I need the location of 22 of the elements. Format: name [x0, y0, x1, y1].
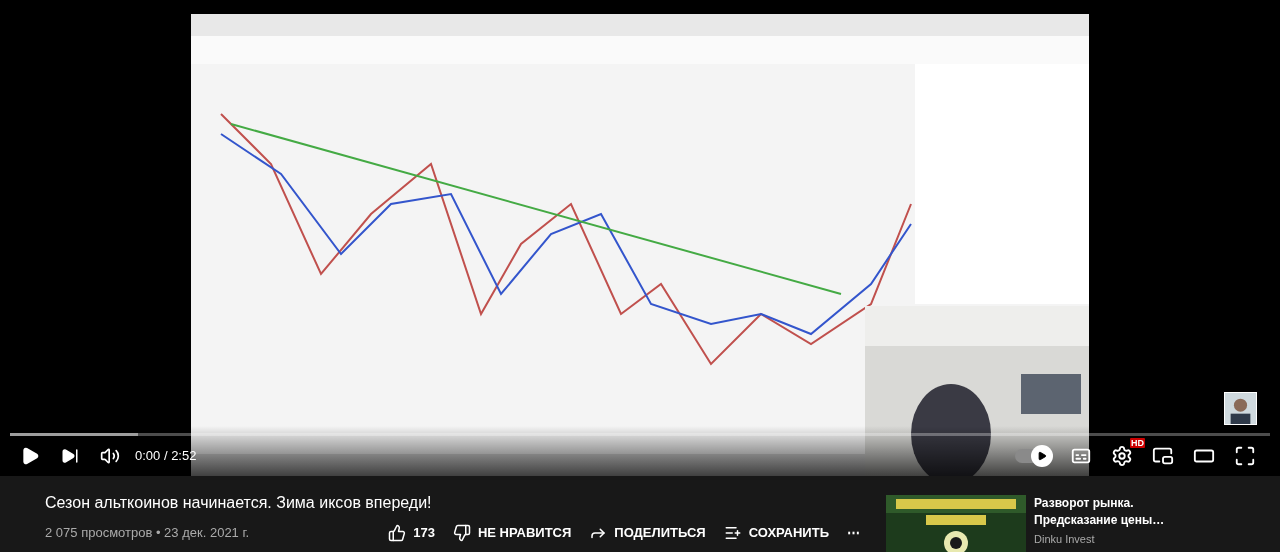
- recommended-title[interactable]: Разворот рынка.: [1034, 495, 1165, 512]
- video-meta: 2 075 просмотров • 23 дек. 2021 г.: [45, 524, 250, 542]
- miniplayer-icon[interactable]: [1152, 445, 1174, 467]
- fullscreen-icon[interactable]: [1234, 445, 1256, 467]
- hd-badge: HD: [1130, 438, 1145, 448]
- thumbs-down-icon: [452, 523, 471, 542]
- dislike-button[interactable]: НЕ НРАВИТСЯ: [452, 523, 572, 543]
- share-button[interactable]: ПОДЕЛИТЬСЯ: [589, 523, 706, 543]
- like-button[interactable]: 173: [388, 523, 435, 543]
- volume-icon[interactable]: [100, 446, 120, 466]
- save-button[interactable]: СОХРАНИТЬ: [723, 523, 829, 543]
- thumbs-up-icon: [388, 523, 407, 542]
- play-icon[interactable]: [20, 446, 40, 466]
- progress-track[interactable]: [10, 433, 1270, 436]
- settings-icon[interactable]: [1111, 445, 1133, 467]
- time-display: 0:00 / 2:52: [135, 447, 197, 466]
- next-icon[interactable]: [61, 447, 79, 465]
- recommended-title[interactable]: Предсказание цены…: [1034, 512, 1165, 529]
- video-title: Сезон альткоинов начинается. Зима иксов впереди!: [45, 493, 433, 513]
- channel-name[interactable]: Dinku Invest: [1034, 531, 1165, 548]
- play-icon: [1037, 451, 1047, 461]
- more-button[interactable]: ⋯: [847, 523, 860, 543]
